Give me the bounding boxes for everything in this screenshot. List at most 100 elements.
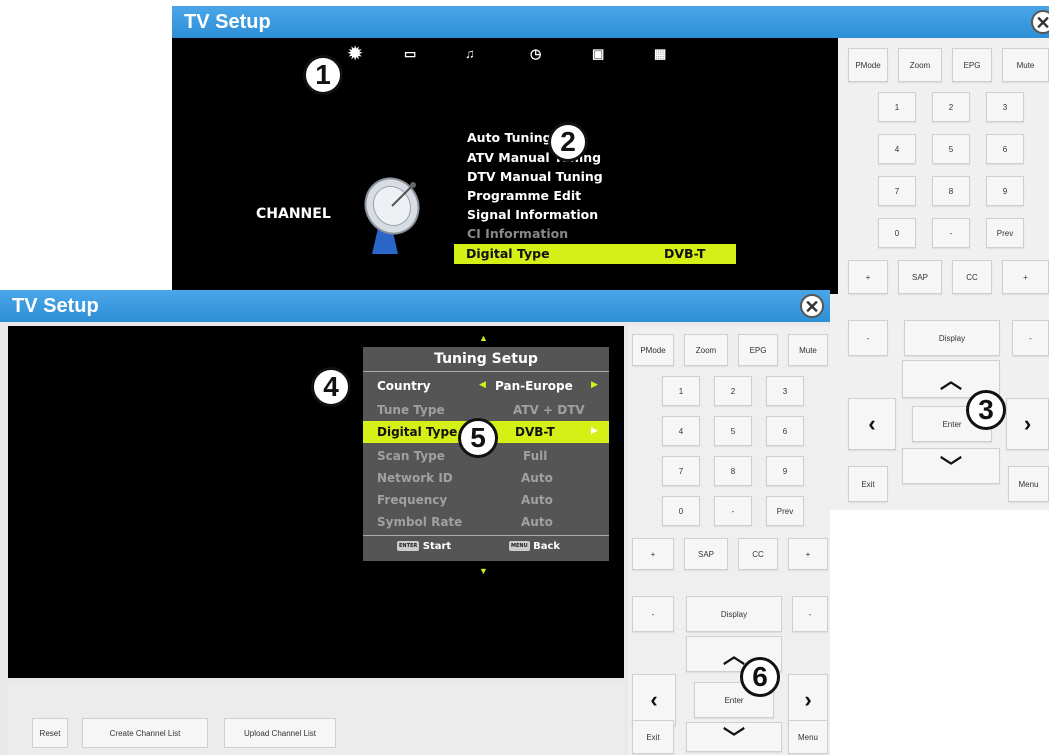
left-arrow-icon[interactable]: ◀ xyxy=(479,380,486,390)
left-arrow-button[interactable]: ‹ xyxy=(632,674,676,726)
right-arrow-button[interactable]: › xyxy=(788,674,828,726)
back-window-titlebar: TV Setup xyxy=(172,6,1049,38)
gear-icon[interactable]: ✹ xyxy=(348,44,362,64)
mute-button[interactable]: Mute xyxy=(1002,48,1049,82)
sap-button[interactable]: SAP xyxy=(898,260,942,294)
vol-down-button[interactable]: - xyxy=(632,596,674,632)
title-divider xyxy=(363,371,609,372)
grid-icon[interactable]: ▦ xyxy=(654,46,666,62)
mute-button[interactable]: Mute xyxy=(788,334,828,366)
row-value: Auto xyxy=(521,515,553,529)
vol-up-button[interactable]: + xyxy=(632,538,674,570)
tuning-row-country[interactable]: Country ◀ Pan-Europe ▶ xyxy=(363,375,609,397)
sap-button[interactable]: SAP xyxy=(684,538,728,570)
dash-button[interactable]: - xyxy=(714,496,752,526)
menu-item-ci-information[interactable]: CI Information xyxy=(467,226,568,241)
picture-icon[interactable]: ▭ xyxy=(404,46,416,62)
row-value: Pan-Europe xyxy=(495,379,573,393)
epg-button[interactable]: EPG xyxy=(738,334,778,366)
clock-icon[interactable]: ◷ xyxy=(530,46,541,62)
digit-4-button[interactable]: 4 xyxy=(878,134,916,164)
back-window-close-button[interactable]: ✕ xyxy=(1031,10,1049,34)
ch-up-button[interactable]: + xyxy=(1002,260,1049,294)
front-window-titlebar: TV Setup xyxy=(0,290,830,322)
upload-channel-list-button[interactable]: Upload Channel List xyxy=(224,718,336,748)
vol-down-button[interactable]: - xyxy=(848,320,888,356)
digit-8-button[interactable]: 8 xyxy=(932,176,970,206)
ch-up-button[interactable]: + xyxy=(788,538,828,570)
digit-5-button[interactable]: 5 xyxy=(932,134,970,164)
zoom-button[interactable]: Zoom xyxy=(684,334,728,366)
exit-button[interactable]: Exit xyxy=(848,466,888,502)
start-hint: ENTER Start xyxy=(397,541,451,552)
dash-button[interactable]: - xyxy=(932,218,970,248)
row-label: Digital Type xyxy=(377,425,458,439)
up-scroll-indicator: ▲ xyxy=(479,333,488,343)
right-arrow-icon[interactable]: ▶ xyxy=(591,380,598,390)
display-button[interactable]: Display xyxy=(904,320,1000,356)
ch-down-button[interactable]: - xyxy=(1012,320,1049,356)
down-arrow-button[interactable]: ﹀ xyxy=(686,722,782,752)
cc-button[interactable]: CC xyxy=(952,260,992,294)
digit-3-button[interactable]: 3 xyxy=(986,92,1024,122)
front-window-close-button[interactable]: ✕ xyxy=(800,294,824,318)
exit-button[interactable]: Exit xyxy=(632,720,674,754)
menu-key-icon: MENU xyxy=(509,541,530,551)
pmode-button[interactable]: PMode xyxy=(848,48,888,82)
digit-3-button[interactable]: 3 xyxy=(766,376,804,406)
prev-button[interactable]: Prev xyxy=(986,218,1024,248)
digit-6-button[interactable]: 6 xyxy=(766,416,804,446)
menu-item-programme-edit[interactable]: Programme Edit xyxy=(467,188,581,203)
digit-9-button[interactable]: 9 xyxy=(766,456,804,486)
music-note-icon[interactable]: ♫ xyxy=(465,46,475,61)
digit-1-button[interactable]: 1 xyxy=(878,92,916,122)
digit-0-button[interactable]: 0 xyxy=(878,218,916,248)
left-arrow-button[interactable]: ‹ xyxy=(848,398,896,450)
digit-1-button[interactable]: 1 xyxy=(662,376,700,406)
ch-down-button[interactable]: - xyxy=(792,596,828,632)
row-value: Auto xyxy=(521,493,553,507)
right-arrow-button[interactable]: › xyxy=(1006,398,1049,450)
create-channel-list-button[interactable]: Create Channel List xyxy=(82,718,208,748)
row-label: Scan Type xyxy=(377,449,445,463)
back-label: Back xyxy=(533,541,561,552)
digit-7-button[interactable]: 7 xyxy=(878,176,916,206)
digit-9-button[interactable]: 9 xyxy=(986,176,1024,206)
lock-icon[interactable]: ▣ xyxy=(592,46,604,62)
right-arrow-icon[interactable]: ▶ xyxy=(591,426,598,436)
digit-7-button[interactable]: 7 xyxy=(662,456,700,486)
tuning-row-frequency[interactable]: Frequency Auto xyxy=(363,489,609,511)
digit-6-button[interactable]: 6 xyxy=(986,134,1024,164)
footer-divider xyxy=(363,535,609,536)
bottom-toolbar: Reset Create Channel List Upload Channel… xyxy=(8,682,624,755)
reset-button[interactable]: Reset xyxy=(32,718,68,748)
pmode-button[interactable]: PMode xyxy=(632,334,674,366)
cc-button[interactable]: CC xyxy=(738,538,778,570)
digit-4-button[interactable]: 4 xyxy=(662,416,700,446)
zoom-button[interactable]: Zoom xyxy=(898,48,942,82)
menu-button[interactable]: Menu xyxy=(1008,466,1049,502)
row-value: Full xyxy=(523,449,548,463)
back-window-title: TV Setup xyxy=(184,11,271,33)
tuning-row-tune-type[interactable]: Tune Type ATV + DTV xyxy=(363,399,609,421)
tuning-row-symbol-rate[interactable]: Symbol Rate Auto xyxy=(363,511,609,533)
prev-button[interactable]: Prev xyxy=(766,496,804,526)
digit-2-button[interactable]: 2 xyxy=(714,376,752,406)
display-button[interactable]: Display xyxy=(686,596,782,632)
epg-button[interactable]: EPG xyxy=(952,48,992,82)
down-arrow-button[interactable]: ﹀ xyxy=(902,448,1000,484)
menu-item-auto-tuning[interactable]: Auto Tuning xyxy=(467,130,552,145)
tuning-row-network-id[interactable]: Network ID Auto xyxy=(363,467,609,489)
menu-item-dtv-manual-tuning[interactable]: DTV Manual Tuning xyxy=(467,169,603,184)
digit-2-button[interactable]: 2 xyxy=(932,92,970,122)
menu-item-signal-information[interactable]: Signal Information xyxy=(467,207,598,222)
digit-5-button[interactable]: 5 xyxy=(714,416,752,446)
menu-button[interactable]: Menu xyxy=(788,720,828,754)
vol-up-button[interactable]: + xyxy=(848,260,888,294)
row-label: Network ID xyxy=(377,471,453,485)
digit-8-button[interactable]: 8 xyxy=(714,456,752,486)
enter-key-icon: ENTER xyxy=(397,541,420,551)
back-tv-screen: ✹ ▭ ♫ ◷ ▣ ▦ CHANNEL Auto Tuning ATV Manu… xyxy=(172,38,838,294)
menu-item-digital-type-selected[interactable]: Digital Type DVB-T xyxy=(454,244,736,264)
digit-0-button[interactable]: 0 xyxy=(662,496,700,526)
